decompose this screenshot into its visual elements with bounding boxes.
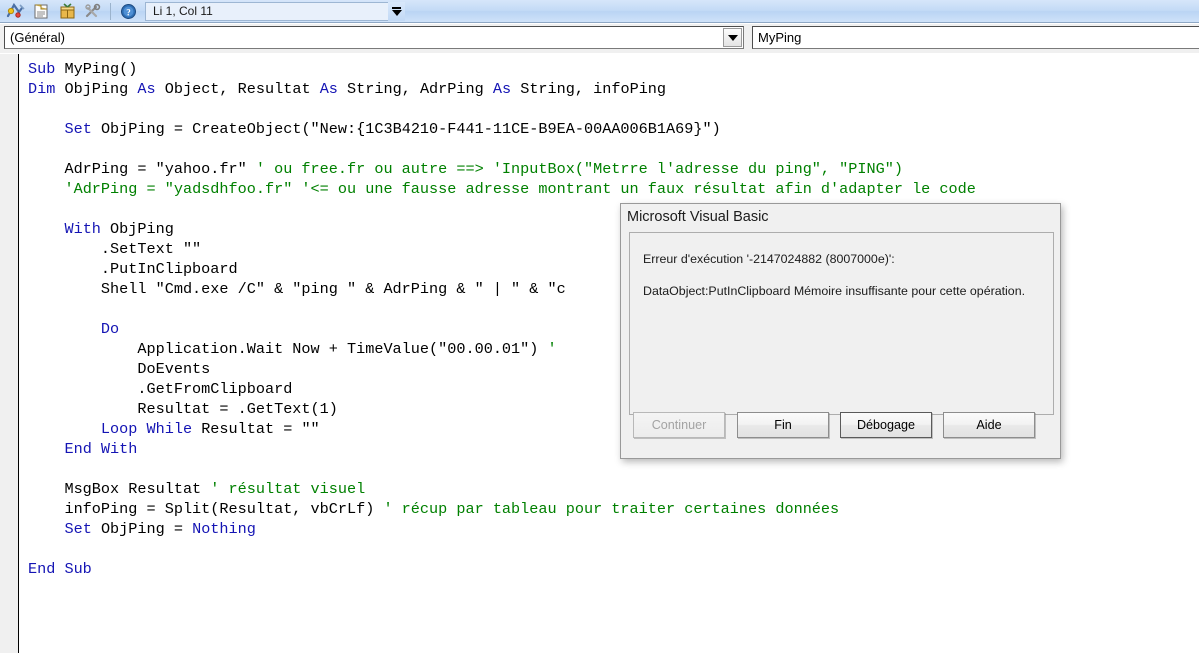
code-token: ObjPing [64,80,138,98]
code-token: Set [64,520,101,538]
chevron-triangle [391,10,402,16]
open-module-icon[interactable] [28,1,54,22]
code-token: .GetFromClipboard [28,380,293,398]
code-token: Resultat = .GetText(1) [28,400,338,418]
chevron-down-icon [727,34,738,41]
code-token: Nothing [192,520,256,538]
vbe-toolbar: ? Li 1, Col 11 [0,0,1199,23]
code-token: , infoPing [574,80,667,98]
code-token: As [319,80,348,98]
code-token: ' récup par tableau pour traiter certain… [383,500,840,518]
code-token: With [64,220,111,238]
continue-button: Continuer [633,412,725,438]
margin-indicator-bar[interactable] [0,54,19,653]
code-token: End Sub [28,560,92,578]
code-token: Dim [28,80,65,98]
code-token: ObjPing = CreateObject("New:{1C3B4210-F4… [100,120,721,138]
code-token: String [347,80,402,98]
code-token: Object [164,80,220,98]
code-token: Resultat = "" [201,420,320,438]
code-token: MyPing() [64,60,138,78]
code-token: ObjPing [110,220,174,238]
runtime-error-dialog: Microsoft Visual Basic Erreur d'exécutio… [620,203,1061,459]
dialog-button-row: Continuer Fin Débogage Aide [633,412,1053,438]
error-detail-line: DataObject:PutInClipboard Mémoire insuff… [643,284,1026,298]
code-token: , Resultat [219,80,320,98]
help-button[interactable]: Aide [943,412,1035,438]
run-macro-icon[interactable] [2,1,28,22]
code-token: Application.Wait Now + TimeValue("00.00.… [28,340,548,358]
cursor-position-field[interactable]: Li 1, Col 11 [145,2,391,21]
dialog-message-panel: Erreur d'exécution '-2147024882 (8007000… [629,232,1054,415]
tools-icon[interactable] [80,1,106,22]
code-token: MsgBox Resultat [28,480,211,498]
procedure-dropdown[interactable]: MyPing [752,26,1199,49]
code-token: Sub [28,60,65,78]
toolbar-icon-group: ? [2,1,141,22]
code-token: AdrPing = "yahoo.fr" [28,160,256,178]
code-pane-dropdown-bar: (Général) MyPing [0,24,1199,53]
code-token: , AdrPing [401,80,493,98]
code-token: infoPing = Split(Resultat, vbCrLf) [28,500,384,518]
error-code-line: Erreur d'exécution '-2147024882 (8007000… [643,252,895,266]
code-token: 'AdrPing = "yadsdhfoo.fr" '<= ou une fau… [64,180,976,198]
code-token: DoEvents [28,360,211,378]
code-token: Do [100,320,120,338]
toolbar-separator [110,3,111,20]
code-token: ' [547,340,557,358]
object-dropdown[interactable]: (Général) [4,26,744,49]
code-token: As [492,80,521,98]
code-token: End With [64,440,138,458]
code-token: ' résultat visuel [210,480,366,498]
debug-button[interactable]: Débogage [840,412,932,438]
code-token: Shell "Cmd.exe /C" & "ping " & AdrPing &… [28,280,566,298]
code-token: Set [64,120,101,138]
help-icon[interactable]: ? [115,1,141,22]
package-icon[interactable] [54,1,80,22]
code-token: String [520,80,575,98]
code-token: ObjPing = [100,520,193,538]
code-token: .SetText "" [28,240,202,258]
dialog-message: Erreur d'exécution '-2147024882 (8007000… [643,251,1038,299]
code-token: As [137,80,165,98]
code-token: .PutInClipboard [28,260,238,278]
svg-text:?: ? [126,7,131,17]
code-token: Loop While [100,420,202,438]
chevron-bar [392,7,401,9]
code-token: ' ou free.fr ou autre ==> 'InputBox("Met… [255,160,903,178]
chevron-double-down-icon[interactable] [388,2,405,21]
end-button[interactable]: Fin [737,412,829,438]
object-dropdown-arrow[interactable] [723,28,742,47]
dialog-title: Microsoft Visual Basic [627,209,769,225]
